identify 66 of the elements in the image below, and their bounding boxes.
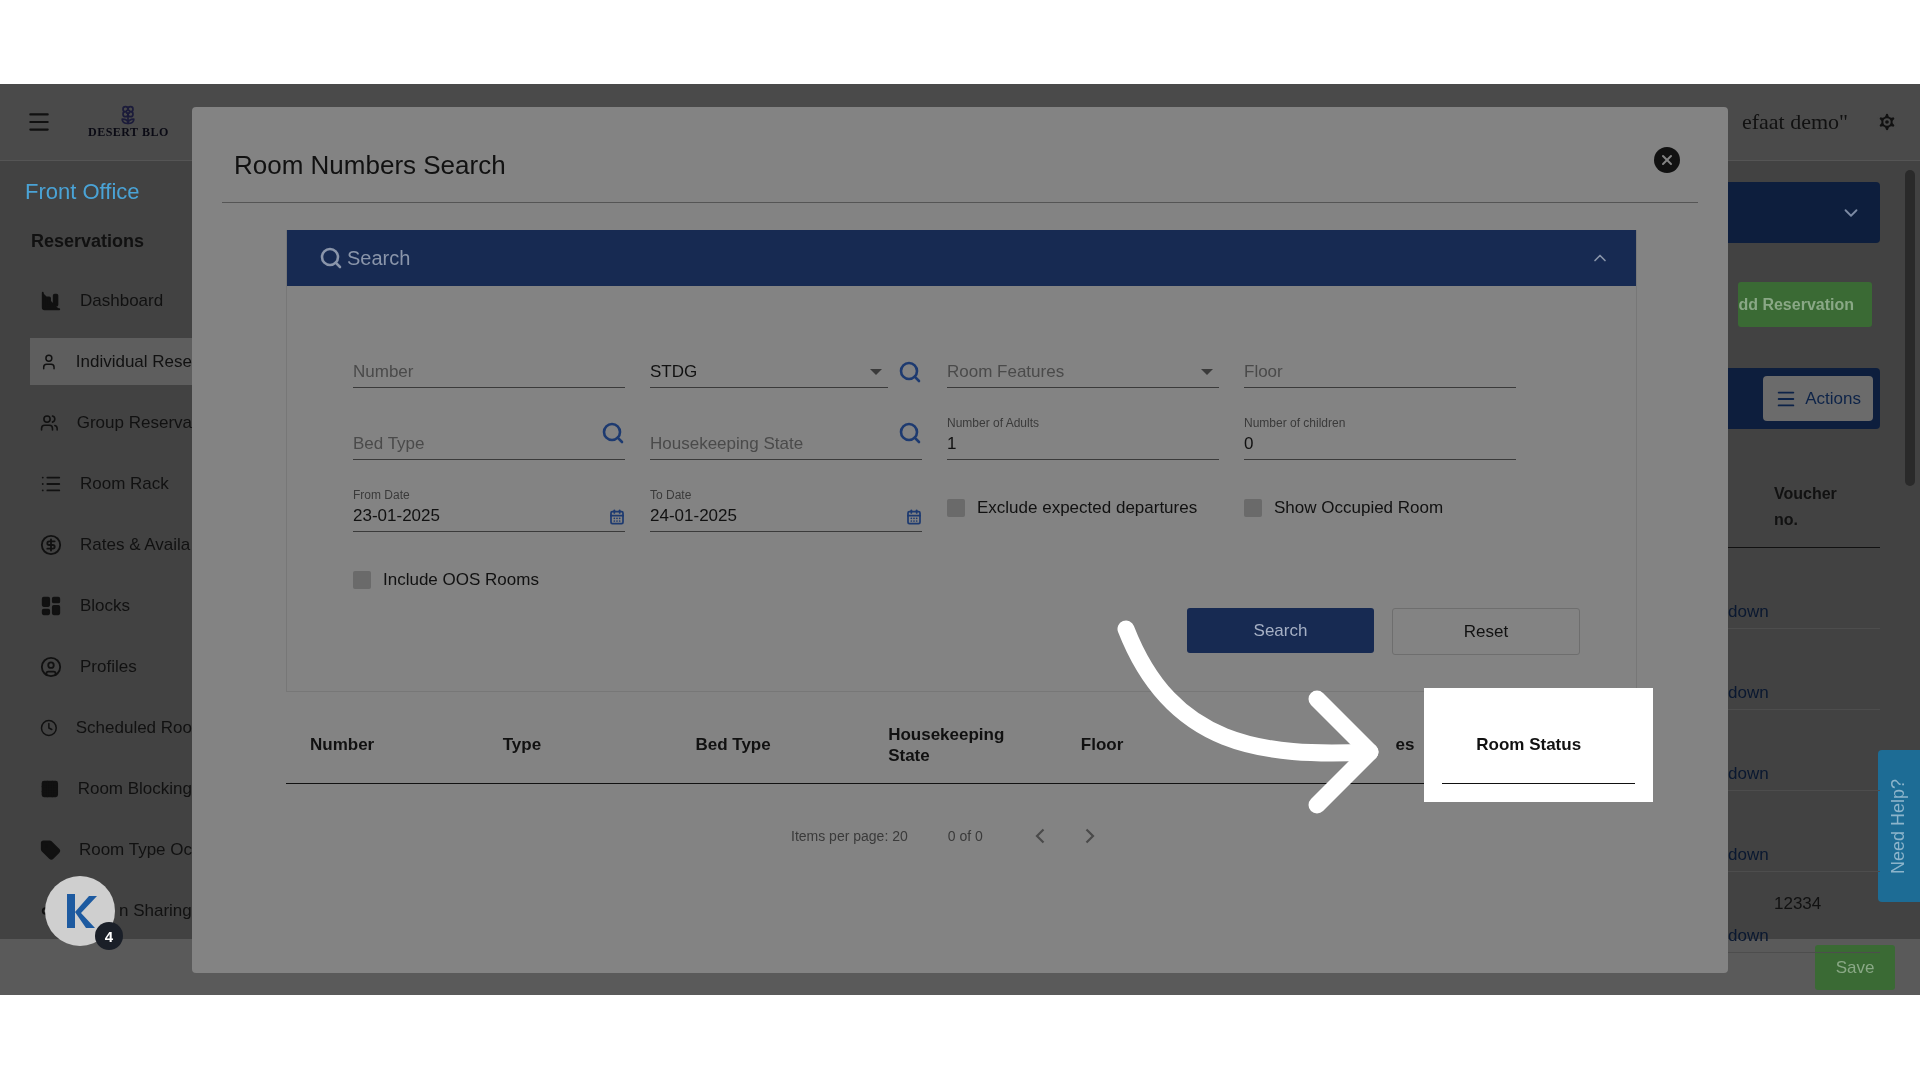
tag-icon [40,838,61,861]
account-icon [40,655,62,678]
actions-button[interactable]: Actions [1763,376,1873,421]
search-icon [319,246,343,270]
text-field[interactable]: Floor [1244,362,1516,382]
calendar-icon[interactable] [609,509,625,525]
bar-chart-icon [40,289,62,312]
chevron-left-icon [1034,828,1045,844]
reset-button[interactable]: Reset [1392,608,1580,655]
user-name: efaat demo" [1741,109,1848,135]
items-per-page: Items per page: 20 [791,828,908,844]
field-label: Number of Adults [947,416,1041,430]
help-tab[interactable]: Need Help? [1878,750,1920,902]
scrollbar-thumb[interactable] [1905,170,1915,486]
column-header: Floor [1079,734,1125,756]
next-page-button[interactable] [1084,828,1095,844]
dashboard-icon [40,594,62,617]
table-cell-text: down [1728,926,1769,947]
text-field[interactable]: Number [353,362,625,382]
checkbox[interactable] [947,499,965,517]
column-header: Bed Type [694,734,772,756]
field-label: From Date [353,488,411,502]
date-field[interactable]: 24-01-2025 [650,506,906,526]
dropdown-field[interactable]: Room Features [947,362,1201,382]
settings-icon [1876,111,1898,133]
table-cell-text: down [1728,602,1769,623]
caret-icon[interactable] [1201,369,1213,375]
search-icon[interactable] [601,421,625,445]
checkbox-label: Show Occupied Room [1274,498,1444,518]
column-header: Number [309,734,376,756]
column-header: es [1394,734,1416,756]
search-icon[interactable] [898,421,922,445]
field-label: Number of children [1244,416,1347,430]
lookup-field[interactable]: Bed Type [353,434,601,454]
search-icon[interactable] [898,360,922,384]
field-label: To Date [650,488,693,502]
lookup-field[interactable]: Housekeeping State [650,434,898,454]
search-panel-header[interactable]: Search [287,230,1636,286]
search-button[interactable]: Search [1187,608,1374,653]
checkbox[interactable] [1244,499,1262,517]
add-reservation-button[interactable]: dd Reservation [1738,282,1872,327]
column-header: Type [501,734,543,756]
dialog-title: Room Numbers Search [234,150,506,181]
checkbox-label: Include OOS Rooms [383,570,539,590]
close-button[interactable] [1654,146,1680,173]
table-cell-text: down [1728,764,1769,785]
module-title: Front Office [24,179,141,205]
calendar-icon[interactable] [906,509,922,525]
table-cell-text: down [1728,845,1769,866]
chevron-right-icon [1084,828,1095,844]
count-field[interactable]: 0 [1244,434,1516,454]
logo-text: DESERT BLO [88,124,169,140]
settings-button[interactable] [1876,111,1898,133]
dollar-icon [40,533,62,556]
date-field[interactable]: 23-01-2025 [353,506,609,526]
sidebar-item[interactable]: Individual Rese [30,338,192,385]
dropdown-field[interactable]: STDG [650,362,870,382]
column-header: Housekeeping State [887,723,1006,767]
save-button[interactable]: Save [1815,945,1895,990]
checkbox-label: Exclude expected departures [977,498,1198,518]
previous-page-button[interactable] [1034,828,1045,844]
table-cell-text: down [1728,683,1769,704]
page-range: 0 of 0 [947,828,983,844]
caret-icon[interactable] [870,369,882,375]
checkbox[interactable] [353,571,371,589]
count-field[interactable]: 1 [947,434,1219,454]
